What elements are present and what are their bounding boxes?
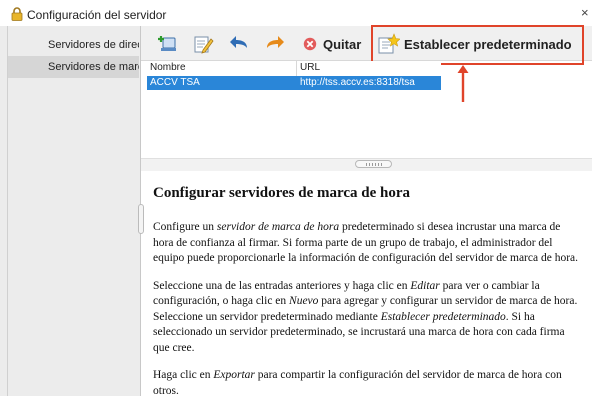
column-header-url[interactable]: URL [300,62,320,73]
column-divider[interactable] [296,61,297,76]
help-text: Haga clic en [153,369,214,381]
help-text: Seleccione una de las entradas anteriore… [153,279,411,292]
sidebar-item-timestamp-servers[interactable]: Servidores de marca de hora [8,56,139,78]
close-icon[interactable]: × [581,5,589,20]
help-panel: Configurar servidores de marca de hora C… [153,184,583,411]
help-emphasis: Establecer predeterminado [380,310,506,323]
remove-label: Quitar [323,36,362,52]
splitter-grip[interactable] [355,160,392,168]
table-row[interactable]: ACCV TSA http://tss.accv.es:8318/tsa [147,76,441,90]
help-paragraph: Haga clic en Exportar para compartir la … [153,368,583,399]
new-icon[interactable] [157,33,179,55]
help-emphasis: servidor de marca de hora [216,221,340,233]
window-title: Configuración del servidor [27,8,167,22]
sidebar-item-directory-servers[interactable]: Servidores de directorio [8,34,139,56]
annotation-arrow [457,65,469,102]
cell-nombre: ACCV TSA [150,77,200,88]
help-paragraph: Seleccione una de las entradas anteriore… [153,279,583,357]
help-emphasis: Exportar [213,369,255,381]
remove-icon [303,37,317,51]
lock-icon [11,7,23,21]
help-emphasis: Editar [410,279,440,292]
help-text: Configure un [153,221,217,233]
edit-icon[interactable] [192,33,214,55]
highlight-box [371,25,584,65]
export-icon[interactable] [264,33,286,55]
remove-button[interactable]: Quitar [303,33,361,55]
pane-resize-handle[interactable] [138,204,144,234]
title-bar: Configuración del servidor × [0,0,592,26]
sidebar-divider [7,26,8,396]
cell-url: http://tss.accv.es:8318/tsa [300,77,415,88]
column-header-nombre[interactable]: Nombre [150,62,186,73]
table-header: Nombre URL [147,61,441,77]
help-heading: Configurar servidores de marca de hora [153,185,411,201]
help-paragraph: Configure un servidor de marca de hora p… [153,220,583,267]
import-icon[interactable] [228,33,250,55]
help-emphasis: Nuevo [289,295,319,307]
sidebar [0,26,140,396]
